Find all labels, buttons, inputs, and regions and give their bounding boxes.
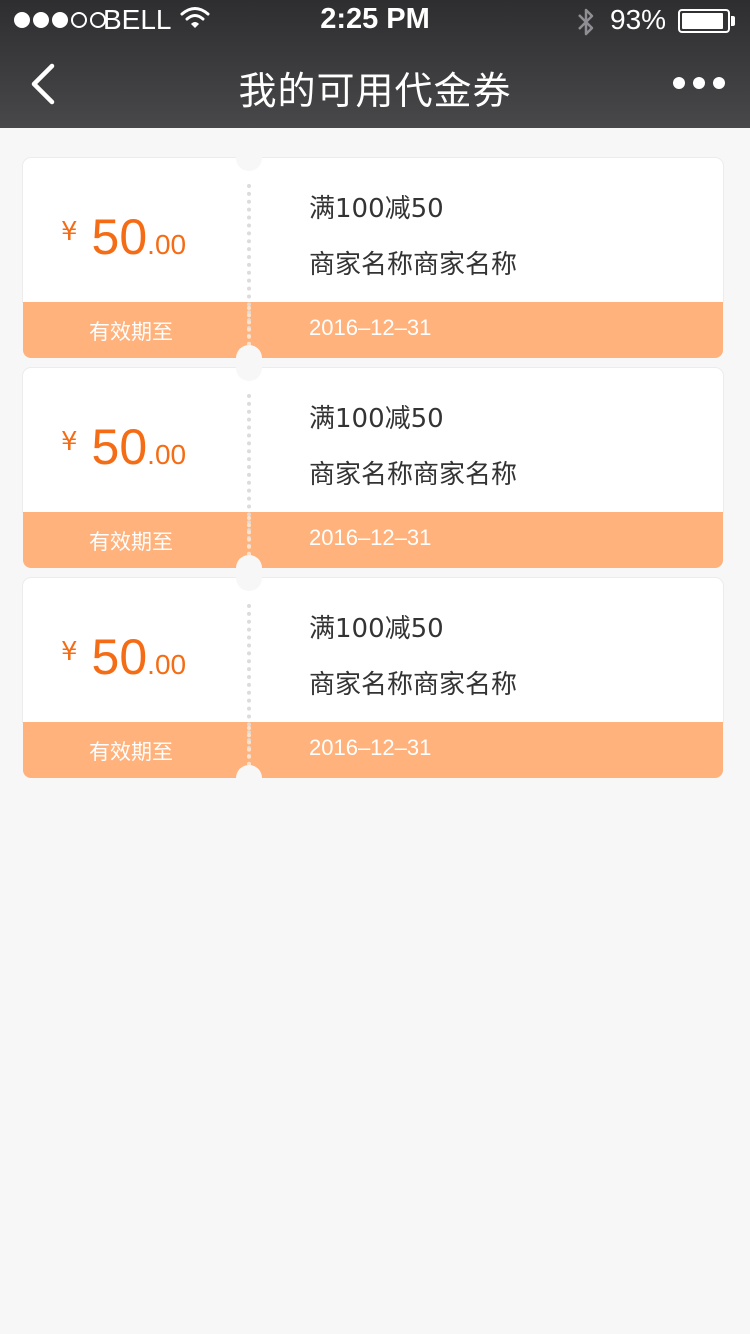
battery-percent: 93%: [610, 4, 667, 35]
status-bar: BELL 2:25 PM 93%: [0, 0, 750, 44]
perforation-divider-footer: [247, 726, 251, 766]
coupon-footer: 有效期至 2016–12–31: [23, 722, 723, 778]
perforation-divider-footer: [247, 306, 251, 346]
coupon-card[interactable]: 有效期至 2016–12–31 ¥50.00 满100减50 商家名称商家名称: [23, 145, 723, 371]
coupon-value: ¥50.00: [61, 418, 186, 476]
merchant-name: 商家名称商家名称: [309, 250, 518, 280]
expiry-date: 2016–12–31: [309, 315, 432, 340]
ticket-notch: [236, 355, 262, 381]
battery-icon: [678, 9, 730, 33]
more-icon[interactable]: [670, 66, 728, 100]
coupon-card[interactable]: 有效期至 2016–12–31 ¥50.00 满100减50 商家名称商家名称: [23, 565, 723, 791]
coupon-footer: 有效期至 2016–12–31: [23, 302, 723, 358]
navigation-bar: 我的可用代金券: [0, 44, 750, 128]
ticket-notch: [236, 565, 262, 591]
coupon-rule: 满100减50: [309, 614, 444, 644]
coupon-rule: 满100减50: [309, 404, 444, 434]
currency-symbol: ¥: [61, 217, 78, 247]
expiry-label: 有效期至: [89, 320, 173, 344]
battery-fill: [682, 13, 723, 29]
value-amount: 50: [91, 629, 148, 685]
currency-symbol: ¥: [61, 637, 78, 667]
coupon-rule: 满100减50: [309, 194, 444, 224]
merchant-name: 商家名称商家名称: [309, 460, 518, 490]
header: BELL 2:25 PM 93% 我的可用代金券: [0, 0, 750, 128]
coupon-value: ¥50.00: [61, 628, 186, 686]
value-amount: 50: [91, 209, 148, 265]
ticket-notch: [236, 765, 262, 791]
perforation-divider-footer: [247, 516, 251, 556]
page-title: 我的可用代金券: [238, 69, 512, 113]
expiry-label: 有效期至: [89, 530, 173, 554]
currency-symbol: ¥: [61, 427, 78, 457]
expiry-date: 2016–12–31: [309, 735, 432, 760]
value-cents: .00: [147, 439, 187, 470]
value-cents: .00: [147, 649, 187, 680]
coupon-card[interactable]: 有效期至 2016–12–31 ¥50.00 满100减50 商家名称商家名称: [23, 355, 723, 581]
expiry-date: 2016–12–31: [309, 525, 432, 550]
coupon-value: ¥50.00: [61, 208, 186, 266]
merchant-name: 商家名称商家名称: [309, 670, 518, 700]
coupon-footer: 有效期至 2016–12–31: [23, 512, 723, 568]
value-amount: 50: [91, 419, 148, 475]
ticket-notch: [236, 145, 262, 171]
value-cents: .00: [147, 229, 187, 260]
bluetooth-icon: [578, 8, 594, 36]
battery-terminal: [731, 16, 735, 26]
expiry-label: 有效期至: [89, 740, 173, 764]
